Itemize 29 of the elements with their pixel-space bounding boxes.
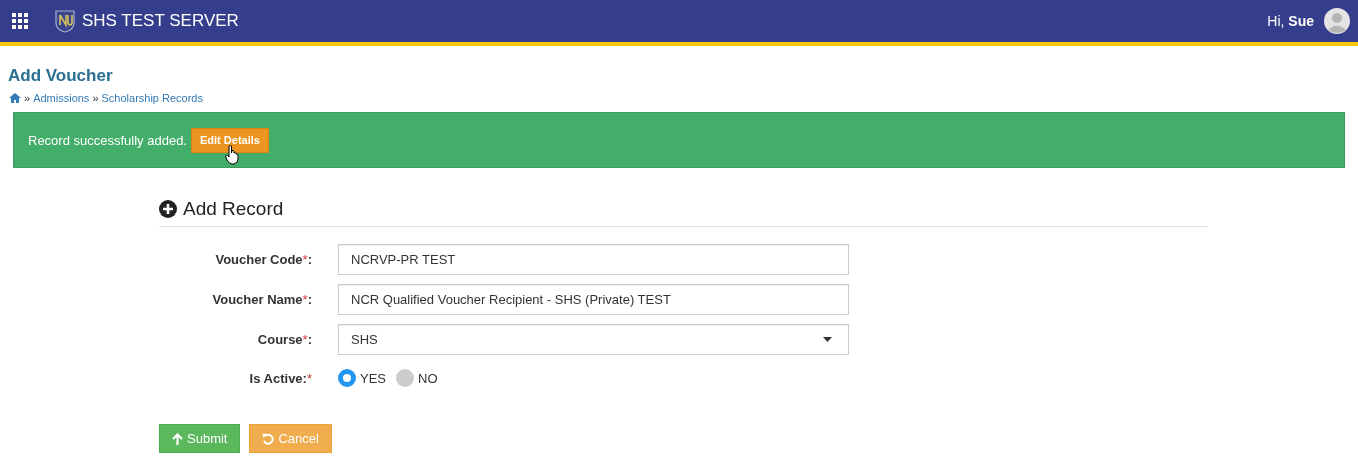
- radio-label[interactable]: YES: [360, 370, 386, 386]
- undo-icon: [262, 432, 275, 445]
- radio-label[interactable]: NO: [418, 370, 438, 386]
- app-title: SHS TEST SERVER: [82, 11, 239, 31]
- plus-circle-icon: [159, 200, 177, 218]
- breadcrumb-separator: »: [92, 92, 99, 104]
- field-label: Course*:: [256, 332, 312, 347]
- breadcrumb-link[interactable]: Admissions: [33, 92, 90, 104]
- avatar-icon[interactable]: [1324, 8, 1350, 34]
- arrow-up-icon: [172, 432, 183, 445]
- hand-cursor-icon: [225, 144, 241, 165]
- course-dropdown[interactable]: SHS: [338, 324, 849, 355]
- breadcrumb-separator: »: [24, 92, 31, 104]
- shield-logo-icon: [54, 9, 76, 33]
- greeting-text: Hi, Sue: [1267, 13, 1314, 29]
- field-label: Is Active:*: [248, 370, 312, 386]
- home-icon[interactable]: [9, 93, 21, 103]
- form-title: Add Record: [183, 198, 284, 220]
- text-field[interactable]: NCRVP-PR TEST: [338, 244, 849, 275]
- text-field[interactable]: NCR Qualified Voucher Recipient - SHS (Private) TEST: [338, 284, 849, 315]
- breadcrumb-link[interactable]: Scholarship Records: [101, 92, 203, 104]
- radio-button[interactable]: [338, 369, 356, 387]
- field-label: Voucher Name*:: [211, 292, 312, 307]
- radio-button[interactable]: [396, 369, 414, 387]
- apps-grid-icon[interactable]: [12, 13, 28, 29]
- page-title: Add Voucher: [8, 66, 114, 86]
- caret-icon: [823, 337, 832, 342]
- alert-message: Record successfully added.: [28, 132, 187, 148]
- field-label: Voucher Code*:: [214, 252, 312, 267]
